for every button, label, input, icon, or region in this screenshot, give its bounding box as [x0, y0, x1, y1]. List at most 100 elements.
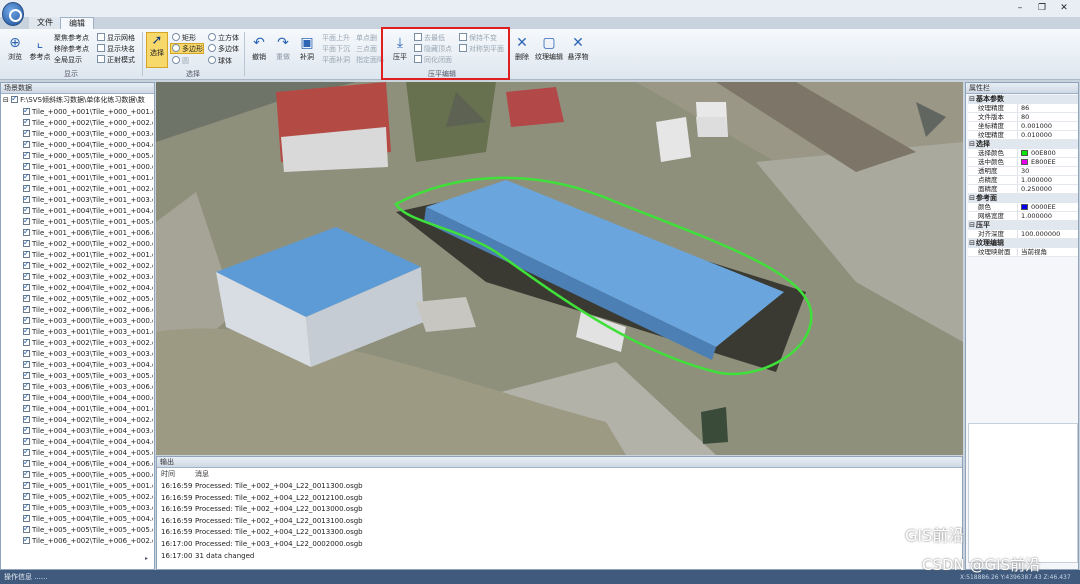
sphere-option[interactable]: 球体: [208, 56, 232, 66]
checkbox-icon[interactable]: [23, 283, 30, 292]
collapse-icon[interactable]: ⊟: [968, 140, 976, 149]
orthographic-checkbox[interactable]: 正射模式: [97, 55, 135, 65]
tab-file[interactable]: 文件: [29, 17, 61, 29]
tree-item[interactable]: Tile_+001_+001\Tile_+001_+001.os: [23, 173, 153, 184]
select-button[interactable]: ➚ 选择: [146, 32, 168, 68]
project-down-button[interactable]: 指定面降: [356, 55, 384, 65]
smooth-down-button[interactable]: 平面下沉: [322, 44, 350, 54]
collapse-icon[interactable]: ⊟: [968, 239, 976, 248]
checkbox-icon[interactable]: [23, 294, 30, 303]
tree-item[interactable]: Tile_+002_+000\Tile_+002_+000.os: [23, 239, 153, 250]
checkbox-icon[interactable]: [23, 261, 30, 270]
checkbox-icon[interactable]: [23, 426, 30, 435]
checkbox-icon[interactable]: [23, 184, 30, 193]
property-row[interactable]: 透明度 30: [968, 167, 1078, 176]
tree-item[interactable]: Tile_+004_+004\Tile_+004_+004.os: [23, 437, 153, 448]
tree-root[interactable]: ⊟ F:\SVS倾斜练习数据\单体化练习数据\数: [3, 93, 145, 106]
checkbox-icon[interactable]: [23, 415, 30, 424]
property-row[interactable]: 网格宽度 1.000000: [968, 212, 1078, 221]
tree-item[interactable]: Tile_+005_+004\Tile_+005_+004.os: [23, 514, 153, 525]
tree-item[interactable]: Tile_+003_+006\Tile_+003_+006.os: [23, 382, 153, 393]
checkbox-icon[interactable]: [23, 140, 30, 149]
checkbox-icon[interactable]: [23, 525, 30, 534]
tree-item[interactable]: Tile_+005_+005\Tile_+005_+005.os: [23, 525, 153, 536]
rect-option[interactable]: 矩形: [172, 33, 196, 43]
3d-viewport[interactable]: [156, 82, 963, 455]
tree-item[interactable]: Tile_+003_+004\Tile_+003_+004.os: [23, 360, 153, 371]
checkbox-icon[interactable]: [23, 459, 30, 468]
patch-button[interactable]: ▣ 补洞: [296, 35, 318, 62]
checkbox-icon[interactable]: [23, 327, 30, 336]
property-row[interactable]: 纹理映射面 当前视角: [968, 248, 1078, 257]
property-section[interactable]: ⊟参考面: [968, 194, 1078, 203]
close-button[interactable]: ✕: [1055, 2, 1073, 14]
checkbox-icon[interactable]: [23, 536, 30, 545]
tree-item[interactable]: Tile_+003_+000\Tile_+003_+000.os: [23, 316, 153, 327]
show-grid-checkbox[interactable]: 显示网格: [97, 33, 135, 43]
cube-option[interactable]: 立方体: [208, 33, 239, 43]
redo-button[interactable]: ↷ 重做: [272, 35, 294, 62]
checkbox-icon[interactable]: [23, 437, 30, 446]
scroll-right-icon[interactable]: ▸: [145, 555, 148, 562]
checkbox-icon[interactable]: [23, 151, 30, 160]
tree-item[interactable]: Tile_+001_+000\Tile_+001_+000.os: [23, 162, 153, 173]
checkbox-icon[interactable]: [23, 503, 30, 512]
tree-item[interactable]: Tile_+000_+002\Tile_+000_+002.os: [23, 118, 153, 129]
tree-item[interactable]: Tile_+001_+006\Tile_+001_+006.os: [23, 228, 153, 239]
maximize-button[interactable]: ❐: [1033, 2, 1051, 14]
tree-item[interactable]: Tile_+003_+003\Tile_+003_+003.os: [23, 349, 153, 360]
tree-item[interactable]: Tile_+003_+001\Tile_+003_+001.os: [23, 327, 153, 338]
checkbox-icon[interactable]: [23, 514, 30, 523]
tree-item[interactable]: Tile_+004_+002\Tile_+004_+002.os: [23, 415, 153, 426]
checkbox-icon[interactable]: [23, 338, 30, 347]
checkbox-icon[interactable]: [23, 272, 30, 281]
property-value[interactable]: 80: [1018, 113, 1078, 121]
tree-item[interactable]: Tile_+002_+001\Tile_+002_+001.os: [23, 250, 153, 261]
checkbox-icon[interactable]: [23, 393, 30, 402]
tree-item[interactable]: Tile_+001_+003\Tile_+001_+003.os: [23, 195, 153, 206]
checkbox-icon[interactable]: [23, 129, 30, 138]
property-row[interactable]: 文件版本 80: [968, 113, 1078, 122]
tree-item[interactable]: Tile_+004_+003\Tile_+004_+003.os: [23, 426, 153, 437]
float-button[interactable]: ✕ 悬浮物: [566, 35, 590, 62]
smooth-patch-button[interactable]: 平面补洞: [322, 55, 350, 65]
property-value[interactable]: 当前视角: [1018, 248, 1078, 256]
tree-item[interactable]: Tile_+005_+003\Tile_+005_+003.os: [23, 503, 153, 514]
global-show-button[interactable]: 全局显示: [54, 55, 82, 65]
checkbox-icon[interactable]: [23, 228, 30, 237]
collapse-icon[interactable]: ⊟: [968, 95, 976, 104]
tree-item[interactable]: Tile_+004_+001\Tile_+004_+001.os: [23, 404, 153, 415]
circle-option[interactable]: 圆: [172, 56, 189, 66]
tree-item[interactable]: Tile_+002_+003\Tile_+002_+003.os: [23, 272, 153, 283]
tree-item[interactable]: Tile_+002_+006\Tile_+002_+006.os: [23, 305, 153, 316]
property-value[interactable]: 1.000000: [1018, 212, 1078, 220]
property-value[interactable]: 0.001000: [1018, 122, 1078, 130]
app-logo-icon[interactable]: [2, 2, 24, 26]
tree-item[interactable]: Tile_+000_+003\Tile_+000_+003.os: [23, 129, 153, 140]
tri-one-button[interactable]: 三点面: [356, 44, 377, 54]
checkbox-icon[interactable]: [23, 107, 30, 116]
collapse-icon[interactable]: ⊟: [3, 96, 9, 104]
property-row[interactable]: 颜色 0000EE: [968, 203, 1078, 212]
property-row[interactable]: 选中颜色 E800EE: [968, 158, 1078, 167]
tree-item[interactable]: Tile_+000_+001\Tile_+000_+001.os: [23, 107, 153, 118]
property-value[interactable]: 1.000000: [1018, 176, 1078, 184]
smooth-up-button[interactable]: 平面上升: [322, 33, 350, 43]
property-row[interactable]: 对齐深度 100.000000: [968, 230, 1078, 239]
checkbox-icon[interactable]: [23, 173, 30, 182]
tree-item[interactable]: Tile_+000_+005\Tile_+000_+005.os: [23, 151, 153, 162]
collapse-icon[interactable]: ⊟: [968, 194, 976, 203]
checkbox-icon[interactable]: [23, 250, 30, 259]
tree-item[interactable]: Tile_+003_+005\Tile_+003_+005.os: [23, 371, 153, 382]
checkbox-icon[interactable]: [23, 118, 30, 127]
color-swatch[interactable]: [1021, 204, 1028, 210]
checkbox-icon[interactable]: [23, 371, 30, 380]
property-value[interactable]: 100.000000: [1018, 230, 1078, 238]
checkbox-icon[interactable]: [23, 195, 30, 204]
property-value[interactable]: 0000EE: [1018, 203, 1078, 211]
tree-item[interactable]: Tile_+002_+002\Tile_+002_+002.os: [23, 261, 153, 272]
tree-item[interactable]: Tile_+001_+002\Tile_+001_+002.os: [23, 184, 153, 195]
property-row[interactable]: 纹理精度 0.010000: [968, 131, 1078, 140]
property-row[interactable]: 纹理精度 86: [968, 104, 1078, 113]
checkbox-icon[interactable]: [23, 206, 30, 215]
